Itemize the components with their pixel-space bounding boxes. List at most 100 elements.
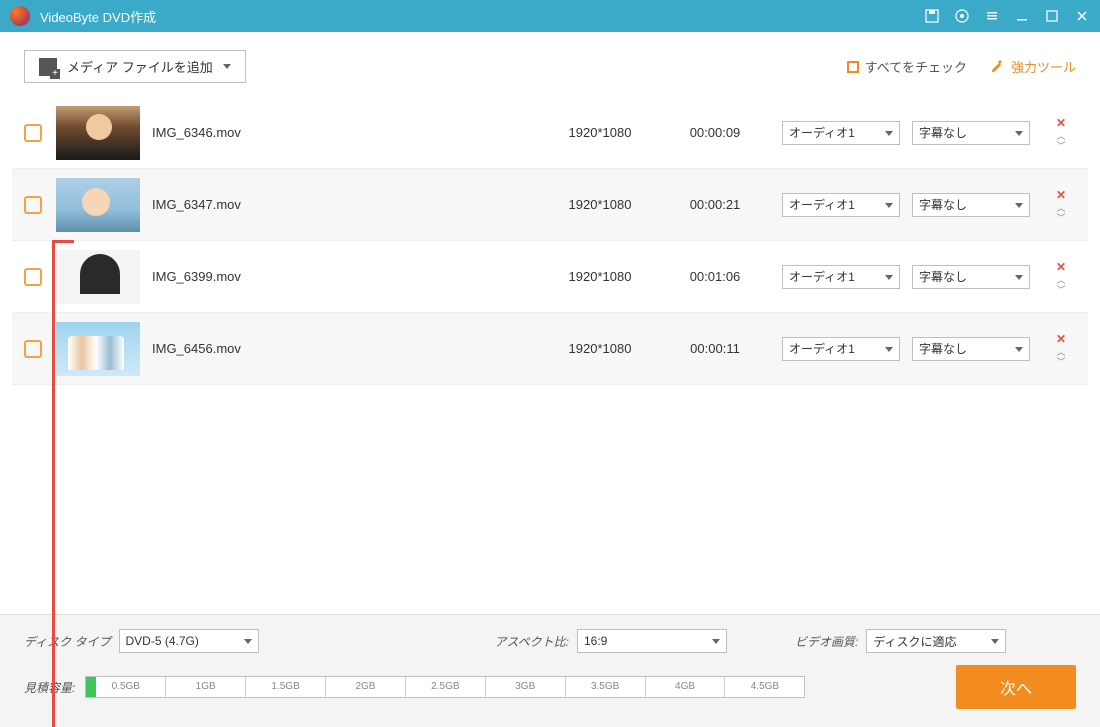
subtitle-value: 字幕なし bbox=[919, 340, 967, 357]
power-tools-button[interactable]: 強力ツール bbox=[989, 57, 1076, 76]
subtitle-select[interactable]: 字幕なし bbox=[912, 121, 1030, 145]
file-thumbnail[interactable] bbox=[56, 322, 140, 376]
capacity-label: 見積容量: bbox=[24, 679, 75, 696]
close-icon[interactable] bbox=[1074, 8, 1090, 24]
subtitle-select[interactable]: 字幕なし bbox=[912, 265, 1030, 289]
file-resolution: 1920*1080 bbox=[540, 197, 660, 212]
dropdown-caret-icon bbox=[885, 131, 893, 136]
file-checkbox[interactable] bbox=[24, 196, 42, 214]
dropdown-caret-icon bbox=[885, 347, 893, 352]
dropdown-caret-icon bbox=[1015, 347, 1023, 352]
add-media-label: メディア ファイルを追加 bbox=[67, 57, 213, 76]
subtitle-select[interactable]: 字幕なし bbox=[912, 337, 1030, 361]
capacity-tick: 3.5GB bbox=[566, 677, 646, 697]
delete-icon[interactable]: ✕ bbox=[1056, 188, 1066, 202]
delete-icon[interactable]: ✕ bbox=[1056, 332, 1066, 346]
quality-label: ビデオ画質: bbox=[795, 633, 858, 650]
dropdown-caret-icon bbox=[1015, 131, 1023, 136]
file-thumbnail[interactable] bbox=[56, 250, 140, 304]
file-resolution: 1920*1080 bbox=[540, 269, 660, 284]
aspect-select[interactable]: 16:9 bbox=[577, 629, 727, 653]
next-button[interactable]: 次へ bbox=[956, 665, 1076, 709]
move-up-icon[interactable]: ︿ bbox=[1056, 132, 1065, 140]
file-name: IMG_6346.mov bbox=[152, 125, 540, 140]
quality-select[interactable]: ディスクに適応 bbox=[866, 629, 1006, 653]
disc-type-label: ディスク タイプ bbox=[24, 633, 111, 650]
bottom-panel: ディスク タイプ DVD-5 (4.7G) アスペクト比: 16:9 ビデオ画質… bbox=[0, 614, 1100, 727]
quality-value: ディスクに適応 bbox=[873, 633, 956, 650]
capacity-tick: 1.5GB bbox=[246, 677, 326, 697]
capacity-tick: 1GB bbox=[166, 677, 246, 697]
capacity-row: 見積容量: 0.5GB1GB1.5GB2GB2.5GB3GB3.5GB4GB4.… bbox=[24, 665, 1076, 709]
annotation-line bbox=[52, 242, 55, 727]
capacity-tick: 0.5GB bbox=[86, 677, 166, 697]
subtitle-value: 字幕なし bbox=[919, 268, 967, 285]
file-row: IMG_6347.mov1920*108000:00:21 オーディオ1 字幕なし ✕… bbox=[12, 169, 1088, 241]
file-name: IMG_6347.mov bbox=[152, 197, 540, 212]
row-controls: ✕ ︿ ﹀ bbox=[1046, 260, 1076, 294]
file-thumbnail[interactable] bbox=[56, 178, 140, 232]
delete-icon[interactable]: ✕ bbox=[1056, 116, 1066, 130]
file-list: IMG_6346.mov1920*108000:00:09オーディオ1字幕なし✕… bbox=[0, 97, 1100, 385]
move-down-icon[interactable]: ﹀ bbox=[1056, 214, 1065, 222]
capacity-tick: 2GB bbox=[326, 677, 406, 697]
move-down-icon[interactable]: ﹀ bbox=[1056, 286, 1065, 294]
move-up-icon[interactable]: ︿ bbox=[1056, 204, 1065, 212]
capacity-tick: 4GB bbox=[646, 677, 726, 697]
file-row: IMG_6456.mov1920*108000:00:11オーディオ1字幕なし✕… bbox=[12, 313, 1088, 385]
dropdown-caret-icon bbox=[223, 64, 231, 69]
move-up-icon[interactable]: ︿ bbox=[1056, 276, 1065, 284]
audio-select[interactable]: オーディオ1 bbox=[782, 121, 900, 145]
file-resolution: 1920*1080 bbox=[540, 125, 660, 140]
save-icon[interactable] bbox=[924, 8, 940, 24]
wrench-icon bbox=[989, 59, 1005, 75]
capacity-tick: 3GB bbox=[486, 677, 566, 697]
add-media-button[interactable]: メディア ファイルを追加 bbox=[24, 50, 246, 83]
minimize-icon[interactable] bbox=[1014, 8, 1030, 24]
file-name: IMG_6456.mov bbox=[152, 341, 540, 356]
subtitle-select[interactable]: 字幕なし bbox=[912, 193, 1030, 217]
move-down-icon[interactable]: ﹀ bbox=[1056, 142, 1065, 150]
audio-select[interactable]: オーディオ1 bbox=[782, 265, 900, 289]
file-duration: 00:00:09 bbox=[660, 125, 770, 140]
disc-type-select[interactable]: DVD-5 (4.7G) bbox=[119, 629, 259, 653]
aspect-value: 16:9 bbox=[584, 634, 607, 648]
audio-select[interactable]: オーディオ1 bbox=[782, 193, 900, 217]
titlebar: VideoByte DVD作成 bbox=[0, 0, 1100, 32]
dropdown-caret-icon bbox=[244, 639, 252, 644]
aspect-label: アスペクト比: bbox=[495, 633, 570, 650]
file-checkbox[interactable] bbox=[24, 340, 42, 358]
checkbox-icon bbox=[847, 61, 859, 73]
file-row: IMG_6346.mov1920*108000:00:09 オーディオ1 字幕なし ✕… bbox=[12, 97, 1088, 169]
file-duration: 00:00:11 bbox=[660, 341, 770, 356]
maximize-icon[interactable] bbox=[1044, 8, 1060, 24]
dropdown-caret-icon bbox=[712, 639, 720, 644]
add-file-icon bbox=[39, 58, 57, 76]
move-down-icon[interactable]: ﹀ bbox=[1056, 358, 1065, 366]
capacity-fill bbox=[86, 677, 96, 697]
capacity-tick: 2.5GB bbox=[406, 677, 486, 697]
file-duration: 00:01:06 bbox=[660, 269, 770, 284]
delete-icon[interactable]: ✕ bbox=[1056, 260, 1066, 274]
audio-value: オーディオ1 bbox=[789, 124, 855, 141]
app-logo-icon bbox=[10, 6, 30, 26]
file-checkbox[interactable] bbox=[24, 124, 42, 142]
capacity-tick: 4.5GB bbox=[725, 677, 804, 697]
audio-value: オーディオ1 bbox=[789, 196, 855, 213]
subtitle-value: 字幕なし bbox=[919, 124, 967, 141]
audio-select[interactable]: オーディオ1 bbox=[782, 337, 900, 361]
options-row: ディスク タイプ DVD-5 (4.7G) アスペクト比: 16:9 ビデオ画質… bbox=[24, 629, 1076, 653]
file-thumbnail[interactable] bbox=[56, 106, 140, 160]
capacity-bar: 0.5GB1GB1.5GB2GB2.5GB3GB3.5GB4GB4.5GB bbox=[85, 676, 805, 698]
help-icon[interactable] bbox=[954, 8, 970, 24]
row-controls: ✕ ︿ ﹀ bbox=[1046, 188, 1076, 222]
power-tools-label: 強力ツール bbox=[1011, 57, 1076, 76]
dropdown-caret-icon bbox=[1015, 275, 1023, 280]
menu-icon[interactable] bbox=[984, 8, 1000, 24]
move-up-icon[interactable]: ︿ bbox=[1056, 348, 1065, 356]
toolbar: メディア ファイルを追加 すべてをチェック 強力ツール bbox=[0, 32, 1100, 97]
check-all-label: すべてをチェック bbox=[865, 57, 967, 76]
check-all-button[interactable]: すべてをチェック bbox=[847, 57, 967, 76]
file-duration: 00:00:21 bbox=[660, 197, 770, 212]
file-checkbox[interactable] bbox=[24, 268, 42, 286]
